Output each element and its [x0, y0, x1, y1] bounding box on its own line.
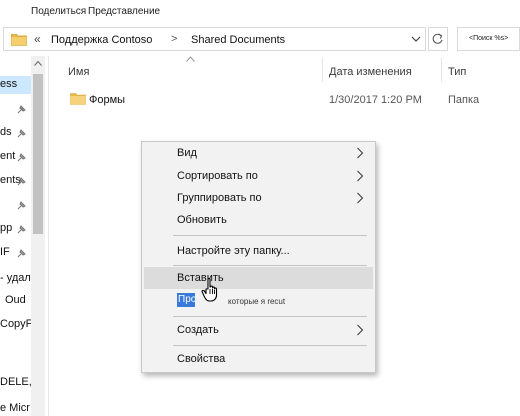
chevron-right-icon: [357, 324, 364, 336]
pin-icon[interactable]: [16, 249, 26, 259]
search-placeholder: <Поиск %s>: [469, 35, 509, 42]
menu-separator: [173, 345, 367, 346]
breadcrumb-item[interactable]: Shared Documents: [191, 34, 285, 46]
context-menu: Вид Сортировать по Группировать по Обнов…: [141, 141, 376, 373]
column-header-name[interactable]: Имя: [68, 66, 89, 78]
menu-item-new[interactable]: Создать: [144, 319, 373, 341]
menu-item-label: Создать: [177, 324, 219, 336]
nav-item[interactable]: CopyF: [0, 318, 32, 330]
refresh-button[interactable]: [428, 27, 448, 51]
nav-item[interactable]: ds: [0, 126, 12, 138]
pin-icon[interactable]: [16, 225, 26, 235]
pin-icon[interactable]: [16, 177, 26, 187]
folder-icon: [70, 93, 86, 105]
sort-up-icon: [186, 56, 195, 62]
pin-icon[interactable]: [16, 153, 26, 163]
pin-icon[interactable]: [16, 105, 26, 115]
column-header-type[interactable]: Тип: [448, 66, 466, 78]
menu-item-paste[interactable]: Вставить: [144, 267, 373, 289]
breadcrumb-separator[interactable]: >: [171, 33, 177, 45]
file-name: Формы: [89, 94, 126, 106]
pane-splitter[interactable]: [48, 56, 49, 416]
ribbon: Поделиться Представление: [0, 0, 520, 24]
menu-item-properties[interactable]: Свойства: [144, 348, 373, 370]
menu-item-paste-shortcut[interactable]: Про которые я recut: [144, 290, 373, 312]
pin-icon[interactable]: [16, 129, 26, 139]
nav-item[interactable]: ess: [0, 76, 31, 94]
column-header-date[interactable]: Дата изменения: [329, 66, 412, 78]
nav-item[interactable]: e Micr: [0, 402, 30, 414]
menu-separator: [173, 316, 367, 317]
chevron-right-icon: [357, 147, 364, 159]
menu-item-label: Вид: [177, 147, 197, 159]
breadcrumb-item[interactable]: Поддержка Contoso: [51, 34, 152, 46]
menu-item-label: Группировать по: [177, 192, 262, 204]
menu-item-label-tail: которые я recut: [228, 297, 286, 306]
tab-share[interactable]: Поделиться: [31, 6, 86, 17]
pin-icon[interactable]: [16, 201, 26, 211]
refresh-icon: [432, 33, 443, 44]
column-divider[interactable]: [322, 58, 323, 82]
scrollbar-thumb[interactable]: [33, 74, 43, 234]
menu-item-group-by[interactable]: Группировать по: [144, 187, 373, 209]
scroll-up-icon[interactable]: [34, 60, 42, 66]
menu-item-label: Свойства: [177, 353, 226, 365]
chevron-right-icon: [357, 192, 364, 204]
menu-item-refresh[interactable]: Обновить: [144, 209, 373, 231]
menu-item-customize-folder[interactable]: Настройте эту папку...: [144, 240, 373, 262]
menu-separator: [173, 265, 367, 266]
file-type: Папка: [448, 94, 480, 106]
menu-item-view[interactable]: Вид: [144, 142, 373, 164]
nav-item[interactable]: IF: [0, 246, 10, 258]
search-input[interactable]: <Поиск %s>: [457, 27, 520, 51]
list-item[interactable]: Формы 1/30/2017 1:20 PM Папка: [62, 88, 520, 110]
tab-view[interactable]: Представление: [88, 6, 160, 17]
file-explorer-window: Поделиться Представление « Поддержка Con…: [0, 0, 520, 416]
column-divider[interactable]: [441, 58, 442, 82]
nav-item[interactable]: pp: [0, 222, 12, 234]
breadcrumb-overflow[interactable]: «: [34, 32, 41, 46]
menu-item-label: Про: [178, 294, 197, 305]
nav-item[interactable]: Oud: [5, 294, 26, 306]
nav-scrollbar[interactable]: [31, 56, 45, 416]
menu-item-label: Сортировать по: [177, 170, 258, 182]
hand-cursor-icon: [201, 278, 218, 302]
menu-item-label: Обновить: [177, 214, 227, 226]
address-bar[interactable]: « Поддержка Contoso > Shared Documents: [3, 27, 426, 51]
chevron-right-icon: [357, 170, 364, 182]
chevron-down-icon[interactable]: [409, 32, 423, 46]
menu-separator: [173, 235, 367, 236]
menu-item-label: Настройте эту папку...: [177, 245, 290, 257]
nav-item[interactable]: DELE,: [0, 376, 32, 388]
file-date: 1/30/2017 1:20 PM: [329, 94, 422, 106]
address-row: « Поддержка Contoso > Shared Documents <…: [0, 26, 520, 53]
nav-item[interactable]: ent: [0, 150, 15, 162]
folder-icon: [11, 34, 27, 46]
menu-item-sort-by[interactable]: Сортировать по: [144, 165, 373, 187]
